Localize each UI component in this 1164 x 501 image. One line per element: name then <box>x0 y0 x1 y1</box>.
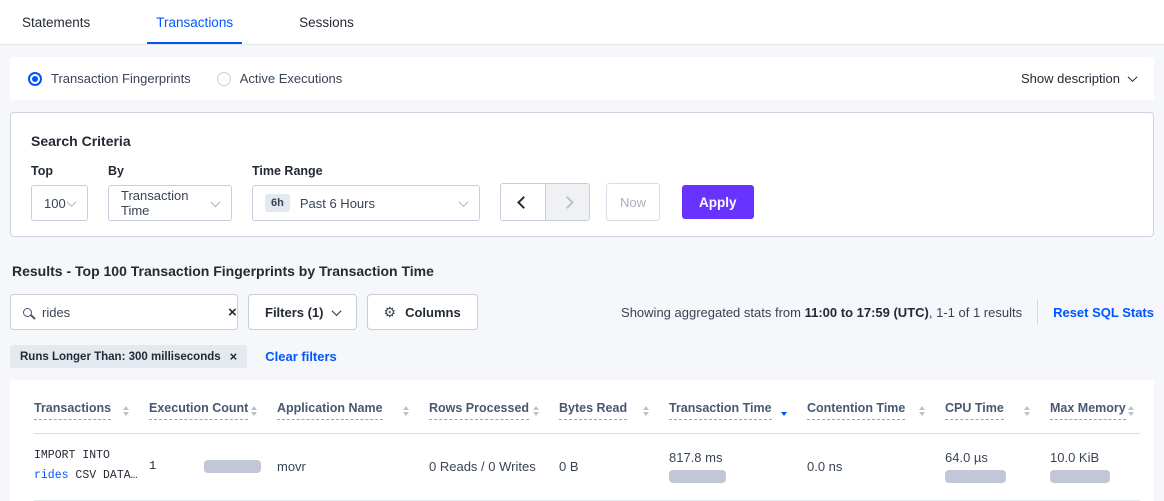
radio-unselected-icon <box>217 72 231 86</box>
search-icon <box>23 308 32 317</box>
rows-processed-cell: 0 Reads / 0 Writes <box>429 459 536 474</box>
sort-icon <box>123 406 129 416</box>
transaction-table-name[interactable]: rides <box>34 469 69 482</box>
sort-icon <box>251 406 257 416</box>
transaction-time-cell: 817.8 ms <box>669 450 797 483</box>
max-memory-cell: 10.0 KiB <box>1050 450 1130 483</box>
column-header-cpu-time[interactable]: CPU Time <box>945 401 1050 420</box>
chevron-down-icon <box>67 197 77 207</box>
execution-count-cell: 1 <box>149 459 267 473</box>
sort-icon <box>533 406 539 416</box>
sort-icon <box>1128 406 1134 416</box>
table-header-row: Transactions Execution Count Application… <box>34 380 1140 434</box>
transaction-time-bar <box>669 470 726 483</box>
column-header-contention-time[interactable]: Contention Time <box>807 401 945 420</box>
column-header-application-name[interactable]: Application Name <box>277 401 429 420</box>
transaction-statement-link[interactable]: IMPORT INTO rides CSV DATA… <box>34 446 139 486</box>
sort-icon <box>1024 406 1030 416</box>
cpu-time-cell: 64.0 µs <box>945 450 1040 483</box>
time-range-value: Past 6 Hours <box>300 196 375 211</box>
chevron-right-icon <box>561 196 574 209</box>
sort-desc-icon <box>781 406 787 416</box>
results-table-card: Transactions Execution Count Application… <box>10 380 1154 501</box>
stats-range: 11:00 to 17:59 (UTC) <box>805 305 929 320</box>
by-select[interactable]: Transaction Time <box>108 185 232 221</box>
results-heading: Results - Top 100 Transaction Fingerprin… <box>12 263 1152 279</box>
reset-sql-stats-link[interactable]: Reset SQL Stats <box>1053 305 1154 320</box>
radio-selected-icon <box>28 72 42 86</box>
time-range-field: Time Range 6h Past 6 Hours <box>252 164 480 221</box>
time-shift-group <box>500 183 590 221</box>
search-criteria-title: Search Criteria <box>31 133 1133 149</box>
application-name-cell: movr <box>277 459 306 474</box>
results-table: Transactions Execution Count Application… <box>34 380 1140 501</box>
tab-statements[interactable]: Statements <box>13 0 99 44</box>
contention-time-cell: 0.0 ns <box>807 459 842 474</box>
by-field: By Transaction Time <box>108 164 232 221</box>
radio-label: Transaction Fingerprints <box>51 71 191 86</box>
table-row[interactable]: IMPORT INTO rides CSV DATA… 1 movr 0 Rea… <box>34 434 1140 501</box>
show-description-label: Show description <box>1021 71 1120 86</box>
top-label: Top <box>31 164 88 178</box>
gear-icon: ⚙ <box>384 304 397 321</box>
tab-bar: Statements Transactions Sessions <box>0 0 1164 45</box>
column-header-transactions[interactable]: Transactions <box>34 401 149 420</box>
max-memory-bar <box>1050 470 1110 483</box>
sort-icon <box>403 406 409 416</box>
top-field: Top 100 <box>31 164 88 221</box>
clear-filters-link[interactable]: Clear filters <box>265 349 337 364</box>
search-box: × <box>10 294 238 330</box>
radio-label: Active Executions <box>240 71 343 86</box>
clear-search-icon[interactable]: × <box>228 305 237 320</box>
applied-filters-row: Runs Longer Than: 300 milliseconds × Cle… <box>10 345 1154 368</box>
sort-icon <box>643 406 649 416</box>
by-label: By <box>108 164 232 178</box>
column-header-transaction-time[interactable]: Transaction Time <box>669 401 807 420</box>
show-description-toggle[interactable]: Show description <box>1021 71 1136 86</box>
time-range-label: Time Range <box>252 164 480 178</box>
apply-button[interactable]: Apply <box>682 185 754 219</box>
chevron-down-icon <box>1128 72 1138 82</box>
vertical-divider <box>1037 299 1038 325</box>
search-criteria-card: Search Criteria Top 100 By Transaction T… <box>10 112 1154 237</box>
filters-button[interactable]: Filters (1) <box>248 294 357 330</box>
tab-transactions[interactable]: Transactions <box>147 0 242 44</box>
chevron-down-icon <box>331 306 341 316</box>
by-select-value: Transaction Time <box>121 188 212 218</box>
columns-button[interactable]: ⚙ Columns <box>367 294 478 330</box>
column-header-execution-count[interactable]: Execution Count <box>149 401 277 420</box>
time-shift-forward-button[interactable] <box>545 184 589 220</box>
radio-active-executions[interactable]: Active Executions <box>217 71 343 86</box>
sort-icon <box>919 406 925 416</box>
execution-count-bar <box>204 460 261 473</box>
time-range-badge: 6h <box>265 194 290 212</box>
bytes-read-cell: 0 B <box>559 459 579 474</box>
columns-label: Columns <box>405 305 461 320</box>
top-select-value: 100 <box>44 196 66 211</box>
filters-label: Filters (1) <box>265 305 324 320</box>
column-header-rows-processed[interactable]: Rows Processed <box>429 401 559 420</box>
column-header-max-memory[interactable]: Max Memory <box>1050 401 1140 420</box>
tab-sessions[interactable]: Sessions <box>290 0 363 44</box>
top-select[interactable]: 100 <box>31 185 88 221</box>
search-input[interactable] <box>42 305 218 320</box>
filter-chip: Runs Longer Than: 300 milliseconds × <box>10 345 247 368</box>
cpu-time-bar <box>945 470 1006 483</box>
radio-transaction-fingerprints[interactable]: Transaction Fingerprints <box>28 71 191 86</box>
remove-filter-icon[interactable]: × <box>230 350 238 363</box>
chevron-down-icon <box>459 197 469 207</box>
view-toggle-bar: Transaction Fingerprints Active Executio… <box>10 57 1154 100</box>
time-range-select[interactable]: 6h Past 6 Hours <box>252 185 480 221</box>
chevron-left-icon <box>517 196 530 209</box>
stats-summary: Showing aggregated stats from 11:00 to 1… <box>621 305 1022 320</box>
filter-chip-label: Runs Longer Than: 300 milliseconds <box>20 351 221 363</box>
results-controls-row: × Filters (1) ⚙ Columns Showing aggregat… <box>10 294 1154 330</box>
column-header-bytes-read[interactable]: Bytes Read <box>559 401 669 420</box>
now-button[interactable]: Now <box>606 183 660 221</box>
time-shift-back-button[interactable] <box>501 184 545 220</box>
